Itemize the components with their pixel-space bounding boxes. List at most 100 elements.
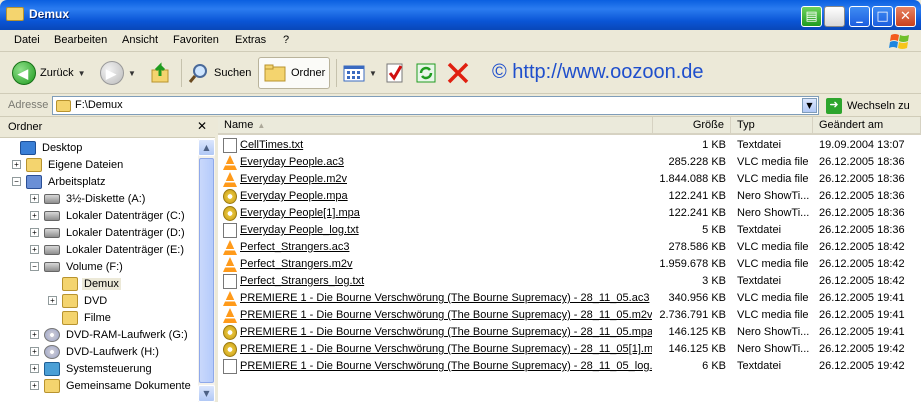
tree-item-label: Volume (F:) (66, 260, 123, 273)
menu-favoriten[interactable]: Favoriten (173, 34, 219, 46)
scroll-down-icon[interactable]: ▼ (198, 385, 215, 402)
up-folder-icon (151, 62, 169, 83)
file-row[interactable]: PREMIERE 1 - Die Bourne Verschwörung (Th… (218, 358, 921, 375)
tree-item[interactable]: Demux (48, 275, 121, 292)
forward-dropdown-icon[interactable]: ▼ (128, 69, 136, 78)
check-button[interactable] (385, 57, 405, 89)
file-size: 340.956 KB (668, 292, 727, 304)
toolbar-separator (181, 59, 182, 87)
folders-button[interactable]: Ordner (258, 57, 331, 89)
file-row[interactable]: Perfect_Strangers.ac3 278.586 KB VLC media… (218, 239, 921, 256)
file-modified: 26.12.2005 18:36 (819, 224, 905, 236)
refresh-button[interactable] (415, 57, 437, 89)
tree-expander-icon[interactable]: + (30, 211, 39, 220)
back-dropdown-icon[interactable]: ▼ (78, 69, 86, 78)
tray-window-icon[interactable] (824, 6, 845, 27)
delete-button[interactable] (446, 57, 470, 89)
folder-tree-scrollbar[interactable]: ▲ ▼ (198, 139, 215, 402)
tree-expander-icon[interactable]: + (30, 194, 39, 203)
file-row[interactable]: Everyday People.mpa 122.241 KB Nero ShowTi… (218, 188, 921, 205)
folder-icon (62, 293, 78, 308)
scroll-up-icon[interactable]: ▲ (198, 139, 215, 156)
tree-expander-icon[interactable]: − (12, 177, 21, 186)
file-size: 122.241 KB (668, 207, 727, 219)
file-row[interactable]: Perfect_Strangers.m2v 1.959.678 KB VLC med… (218, 256, 921, 273)
file-row[interactable]: PREMIERE 1 - Die Bourne Verschwörung (Th… (218, 341, 921, 358)
tree-expander-icon[interactable]: + (30, 364, 39, 373)
tree-item[interactable]: + Lokaler Datenträger (D:) (30, 224, 187, 241)
tree-item[interactable]: Desktop (6, 139, 84, 156)
tree-item[interactable]: + Eigene Dateien (12, 156, 125, 173)
file-row[interactable]: Everyday People_log.txt 5 KB Textdatei 26.1… (218, 222, 921, 239)
tree-expander-icon[interactable]: + (30, 347, 39, 356)
close-pane-icon[interactable]: ✕ (197, 119, 207, 133)
tree-item[interactable]: + DVD-RAM-Laufwerk (G:) (30, 326, 190, 343)
tree-expander-icon[interactable]: + (30, 245, 39, 254)
menu-help[interactable]: ? (283, 34, 289, 46)
file-row[interactable]: PREMIERE 1 - Die Bourne Verschwörung (Th… (218, 290, 921, 307)
views-button[interactable]: ▼ (343, 57, 377, 89)
column-name[interactable]: Name ▲ (218, 117, 653, 135)
address-dropdown-icon[interactable]: ▼ (802, 98, 817, 113)
tree-item[interactable]: Filme (48, 309, 113, 326)
tree-item[interactable]: + Gemeinsame Dokumente (30, 377, 193, 394)
menu-bearbeiten[interactable]: Bearbeiten (54, 34, 107, 46)
file-type: Nero ShowTi... (737, 207, 810, 219)
file-name: Perfect_Strangers_log.txt (240, 275, 365, 287)
scroll-thumb[interactable] (199, 158, 214, 383)
tree-item[interactable]: − Volume (F:) (30, 258, 125, 275)
file-row[interactable]: Perfect_Strangers_log.txt 3 KB Textdatei 26… (218, 273, 921, 290)
printer-tray-icon[interactable]: ▤ (801, 6, 822, 27)
tree-item[interactable]: + Lokaler Datenträger (E:) (30, 241, 186, 258)
file-type: VLC media file (737, 258, 809, 270)
file-name: PREMIERE 1 - Die Bourne Verschwörung (Th… (240, 309, 652, 321)
back-button[interactable]: ◀ Zurück ▼ (12, 57, 86, 89)
file-row[interactable]: Everyday People.ac3 285.228 KB VLC media f… (218, 154, 921, 171)
file-row[interactable]: Everyday People[1].mpa 122.241 KB Nero Sho… (218, 205, 921, 222)
vlc-icon (223, 257, 237, 272)
address-input[interactable]: F:\Demux ▼ (52, 96, 819, 115)
close-button[interactable]: ✕ (895, 6, 916, 27)
up-folder-button[interactable] (150, 57, 172, 89)
menu-ansicht[interactable]: Ansicht (122, 34, 158, 46)
minimize-button[interactable]: _ (849, 6, 870, 27)
windows-logo-icon (889, 34, 909, 49)
drive-icon (44, 261, 60, 272)
file-row[interactable]: PREMIERE 1 - Die Bourne Verschwörung (Th… (218, 324, 921, 341)
menu-extras[interactable]: Extras (235, 34, 266, 46)
file-row[interactable]: PREMIERE 1 - Die Bourne Verschwörung (Th… (218, 307, 921, 324)
menu-datei[interactable]: Datei (14, 34, 40, 46)
file-name: Everyday People_log.txt (240, 224, 359, 236)
tree-item[interactable]: + DVD-Laufwerk (H:) (30, 343, 161, 360)
tree-expander-icon[interactable]: + (48, 296, 57, 305)
file-row[interactable]: CellTimes.txt 1 KB Textdatei 19.09.2004 13:… (218, 137, 921, 154)
folder-icon (44, 378, 60, 393)
tree-item[interactable]: − Arbeitsplatz (12, 173, 107, 190)
folders-icon (264, 64, 286, 82)
column-modified[interactable]: Geändert am (813, 117, 921, 135)
tree-item-label: Lokaler Datenträger (E:) (66, 243, 184, 256)
column-type[interactable]: Typ (731, 117, 813, 135)
checklist-icon (386, 63, 403, 83)
tree-expander-icon[interactable]: + (30, 330, 39, 339)
maximize-button[interactable]: □ (872, 6, 893, 27)
tree-item[interactable]: + Systemsteuerung (30, 360, 154, 377)
go-button[interactable]: ➜ Wechseln zu (826, 97, 910, 115)
title-bar[interactable]: Demux ▤ _ □ ✕ (0, 0, 921, 30)
column-size[interactable]: Größe (653, 117, 731, 135)
file-row[interactable]: Everyday People.m2v 1.844.088 KB VLC media… (218, 171, 921, 188)
forward-button[interactable]: ▶ ▼ (100, 57, 136, 89)
tree-expander-icon[interactable]: + (12, 160, 21, 169)
file-size: 122.241 KB (668, 190, 727, 202)
views-dropdown-icon[interactable]: ▼ (369, 69, 377, 78)
tree-expander-icon[interactable]: + (30, 381, 39, 390)
tree-item[interactable]: + Lokaler Datenträger (C:) (30, 207, 187, 224)
text-file-icon (223, 223, 237, 238)
tree-expander-icon[interactable]: + (30, 228, 39, 237)
tree-item[interactable]: + DVD (48, 292, 109, 309)
search-button[interactable]: Suchen (188, 57, 251, 89)
file-type: Textdatei (737, 224, 782, 236)
tree-expander-icon[interactable]: − (30, 262, 39, 271)
file-type: VLC media file (737, 241, 809, 253)
tree-item[interactable]: +3½-Diskette (A:) (30, 190, 147, 207)
